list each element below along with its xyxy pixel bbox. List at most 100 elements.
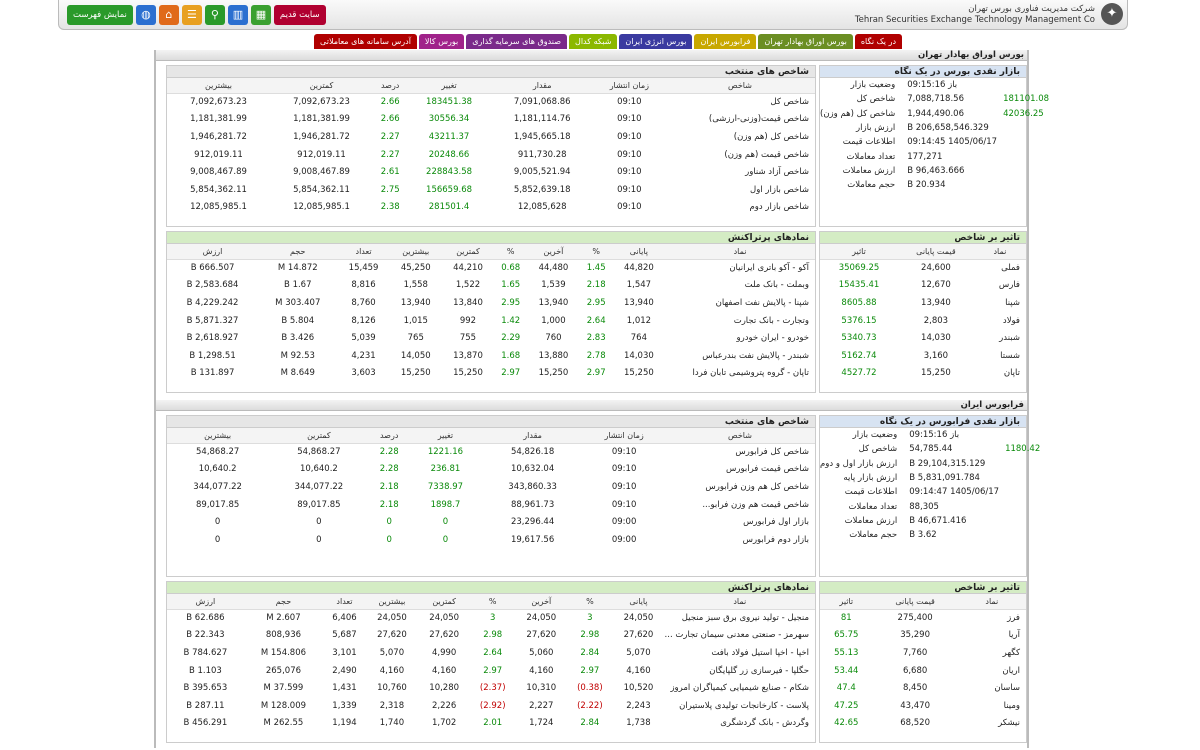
table-row[interactable]: وتجارت - بانک تجارت 1,012 2.64 1,000 1.42 992… — [167, 312, 815, 330]
column-header[interactable]: درصد — [369, 428, 409, 444]
column-header[interactable]: % — [579, 244, 613, 260]
table-row[interactable]: آریا 35,290 65.75 — [820, 627, 1026, 645]
column-header[interactable]: قیمت پایانی — [872, 594, 958, 610]
column-header[interactable]: % — [470, 594, 516, 610]
tab-7[interactable]: آدرس سامانه های معاملاتی — [314, 34, 417, 49]
column-header[interactable]: ارزش — [167, 594, 244, 610]
column-header[interactable]: نماد — [957, 594, 1026, 610]
column-header[interactable]: حجم — [243, 594, 324, 610]
table-row[interactable]: کگهر 7,760 55.13 — [820, 644, 1026, 662]
table-row[interactable]: شبندر 14,030 5340.73 — [820, 329, 1026, 347]
table-row[interactable]: شاخص کل فرابورس 09:10 54,826.18 1221.16 2.28… — [167, 443, 815, 461]
table-row[interactable]: شاخص آزاد شناور 09:10 9,005,521.94 228843.5… — [167, 163, 815, 181]
table-row[interactable]: بازار اول فرابورس 09:00 23,296.44 0 0 0 0 — [167, 513, 815, 531]
table-row[interactable]: شستا 3,160 5162.74 — [820, 347, 1026, 365]
table-row[interactable]: آکو - آکو باتری ایرانیان 44,820 1.45 44,480… — [167, 259, 815, 277]
column-header[interactable]: ارزش — [167, 244, 259, 260]
column-header[interactable]: بیشترین — [167, 78, 271, 94]
tab-6[interactable]: بورس کالا — [418, 34, 465, 49]
column-header[interactable]: تاثیر — [820, 594, 873, 610]
table-row[interactable]: شاخص قیمت فرابورس 09:10 10,632.04 236.81 2.2… — [167, 461, 815, 479]
tab-1[interactable]: بورس اوراق بهادار تهران — [758, 34, 853, 49]
column-header[interactable]: درصد — [373, 78, 408, 94]
table-row[interactable]: ساسان 8,450 47.4 — [820, 679, 1026, 697]
column-header[interactable]: بیشترین — [389, 244, 442, 260]
chart-icon[interactable]: ▥ — [227, 5, 248, 25]
column-header[interactable]: پایانی — [612, 594, 665, 610]
tab-2[interactable]: فرابورس ایران — [694, 34, 757, 49]
column-header[interactable]: مقدار — [482, 428, 584, 444]
column-header[interactable]: بیشترین — [167, 428, 269, 444]
globe-icon[interactable]: ◍ — [135, 5, 156, 25]
home-icon[interactable]: ⌂ — [158, 5, 179, 25]
section-title-tse: بورس اوراق بهادار تهران — [156, 50, 1027, 61]
table-row[interactable]: شاخص قیمت هم وزن فرابو... 09:10 88,961.73 1… — [167, 496, 815, 514]
column-header[interactable]: حجم — [258, 244, 338, 260]
tab-0[interactable]: در یک نگاه — [854, 34, 902, 49]
column-header[interactable]: مقدار — [490, 78, 594, 94]
column-header[interactable]: آخرین — [515, 594, 568, 610]
show-list-button[interactable]: نمایش فهرست — [67, 5, 133, 25]
table-row[interactable]: تاپان 15,250 4527.72 — [820, 365, 1026, 383]
table-row[interactable]: سهرمز - صنعتی معدنی سیمان تجارت ... 27,62… — [167, 627, 815, 645]
column-header[interactable]: کمترین — [268, 428, 370, 444]
table-row[interactable]: فرز 275,400 81 — [820, 609, 1026, 627]
table-row[interactable]: شاخص قیمت(وزنی-ارزشی) 09:10 1,181,114.76 30… — [167, 111, 815, 129]
column-header[interactable]: تغییر — [408, 428, 482, 444]
column-header[interactable]: نماد — [973, 244, 1026, 260]
column-header[interactable]: تغییر — [407, 78, 491, 94]
tab-4[interactable]: شبکه کدال — [569, 34, 618, 49]
table-row[interactable]: اخپا - اخپا استیل فولاد بافت 5,070 2.84 5,0… — [167, 644, 815, 662]
column-header[interactable]: % — [494, 244, 528, 260]
column-header[interactable]: قیمت پایانی — [897, 244, 974, 260]
column-header[interactable]: شاخص — [665, 78, 815, 94]
table-row[interactable]: نیشکر 68,520 42.65 — [820, 715, 1026, 733]
column-header[interactable]: تعداد — [337, 244, 390, 260]
table-row[interactable]: فملی 24,600 35069.25 — [820, 259, 1026, 277]
table-row[interactable]: شبندر - پالایش نفت بندرعباس 14,030 2.78 13,… — [167, 347, 815, 365]
table-row[interactable]: شاخص کل 09:10 7,091,068.86 183451.38 2.66 7,0… — [167, 93, 815, 111]
list-icon[interactable]: ☰ — [181, 5, 202, 25]
column-header[interactable]: تاثیر — [820, 244, 898, 260]
table-row[interactable]: شپنا - پالایش نفت اصفهان 13,940 2.95 13,940… — [167, 294, 815, 312]
column-header[interactable]: آخرین — [527, 244, 580, 260]
search-icon[interactable]: ⚲ — [204, 5, 225, 25]
table-row[interactable]: فارس 12,670 15435.41 — [820, 277, 1026, 295]
table-row[interactable]: شاخص بازار اول 09:10 5,852,639.18 156659.68… — [167, 181, 815, 199]
table-row[interactable]: فولاد 2,803 5376.15 — [820, 312, 1026, 330]
table-row[interactable]: منجیل - تولید نیروی برق سبز منجیل 24,050 3… — [167, 609, 815, 627]
table-row[interactable]: خودرو - ایران خودرو 764 2.83 760 2.29 755 765 5… — [167, 329, 815, 347]
column-header[interactable]: کمترین — [418, 594, 471, 610]
table-row[interactable]: وگردش - بانک گردشگری 1,738 2.84 1,724 2.01 1,… — [167, 715, 815, 733]
table-row[interactable]: شاخص کل هم وزن فرابورس 09:10 343,860.33 733… — [167, 478, 815, 496]
column-header[interactable]: کمترین — [441, 244, 495, 260]
table-cell: شبندر - پالایش نفت بندرعباس — [702, 350, 809, 361]
column-header[interactable]: نماد — [664, 594, 815, 610]
table-row[interactable]: اریان 6,680 53.44 — [820, 662, 1026, 680]
tab-5[interactable]: صندوق های سرمایه گذاری — [466, 34, 567, 49]
table-row[interactable]: شاخص کل (هم وزن) 09:10 1,945,665.18 43211.3… — [167, 128, 815, 146]
market-row: اطلاعات قیمت 1405/06/17 09:14:45 — [820, 135, 1049, 149]
table-row[interactable]: وبملت - بانک ملت 1,547 2.18 1,539 1.65 1,522 1… — [167, 277, 815, 295]
table-row[interactable]: شاخص قیمت (هم وزن) 09:10 911,730.28 20248.6… — [167, 146, 815, 164]
tab-3[interactable]: بورس انرژی ایران — [619, 34, 693, 49]
table-row[interactable]: حگلپا - فیرسازی زر گلپایگان 4,160 2.97 4,16… — [167, 662, 815, 680]
column-header[interactable]: زمان انتشار — [593, 78, 665, 94]
column-header[interactable]: تعداد — [323, 594, 366, 610]
column-header[interactable]: % — [567, 594, 613, 610]
table-row[interactable]: پلاست - کارخانجات تولیدی پلاستیران 2,243 (… — [167, 697, 815, 715]
column-header[interactable]: زمان انتشار — [583, 428, 665, 444]
column-header[interactable]: کمترین — [270, 78, 373, 94]
table-row[interactable]: شکام - صنایع شیمیایی کیمیاگران امروز 10,5… — [167, 679, 815, 697]
column-header[interactable]: بیشترین — [365, 594, 419, 610]
column-header[interactable]: شاخص — [665, 428, 815, 444]
table-row[interactable]: شپنا 13,940 8605.88 — [820, 294, 1026, 312]
table-row[interactable]: شاخص بازار دوم 09:10 12,085,628 281501.4 2.3… — [167, 199, 815, 217]
table-row[interactable]: بازار دوم فرابورس 09:00 19,617.56 0 0 0 0 — [167, 531, 815, 549]
old-site-button[interactable]: سایت قدیم — [273, 5, 326, 25]
table-row[interactable]: تاپان - گروه پتروشیمی تابان فردا 15,250 2.… — [167, 365, 815, 383]
column-header[interactable]: نماد — [665, 244, 815, 260]
table-row[interactable]: ومینا 43,470 47.25 — [820, 697, 1026, 715]
grid-icon[interactable]: ▦ — [250, 5, 271, 25]
column-header[interactable]: پایانی — [612, 244, 665, 260]
